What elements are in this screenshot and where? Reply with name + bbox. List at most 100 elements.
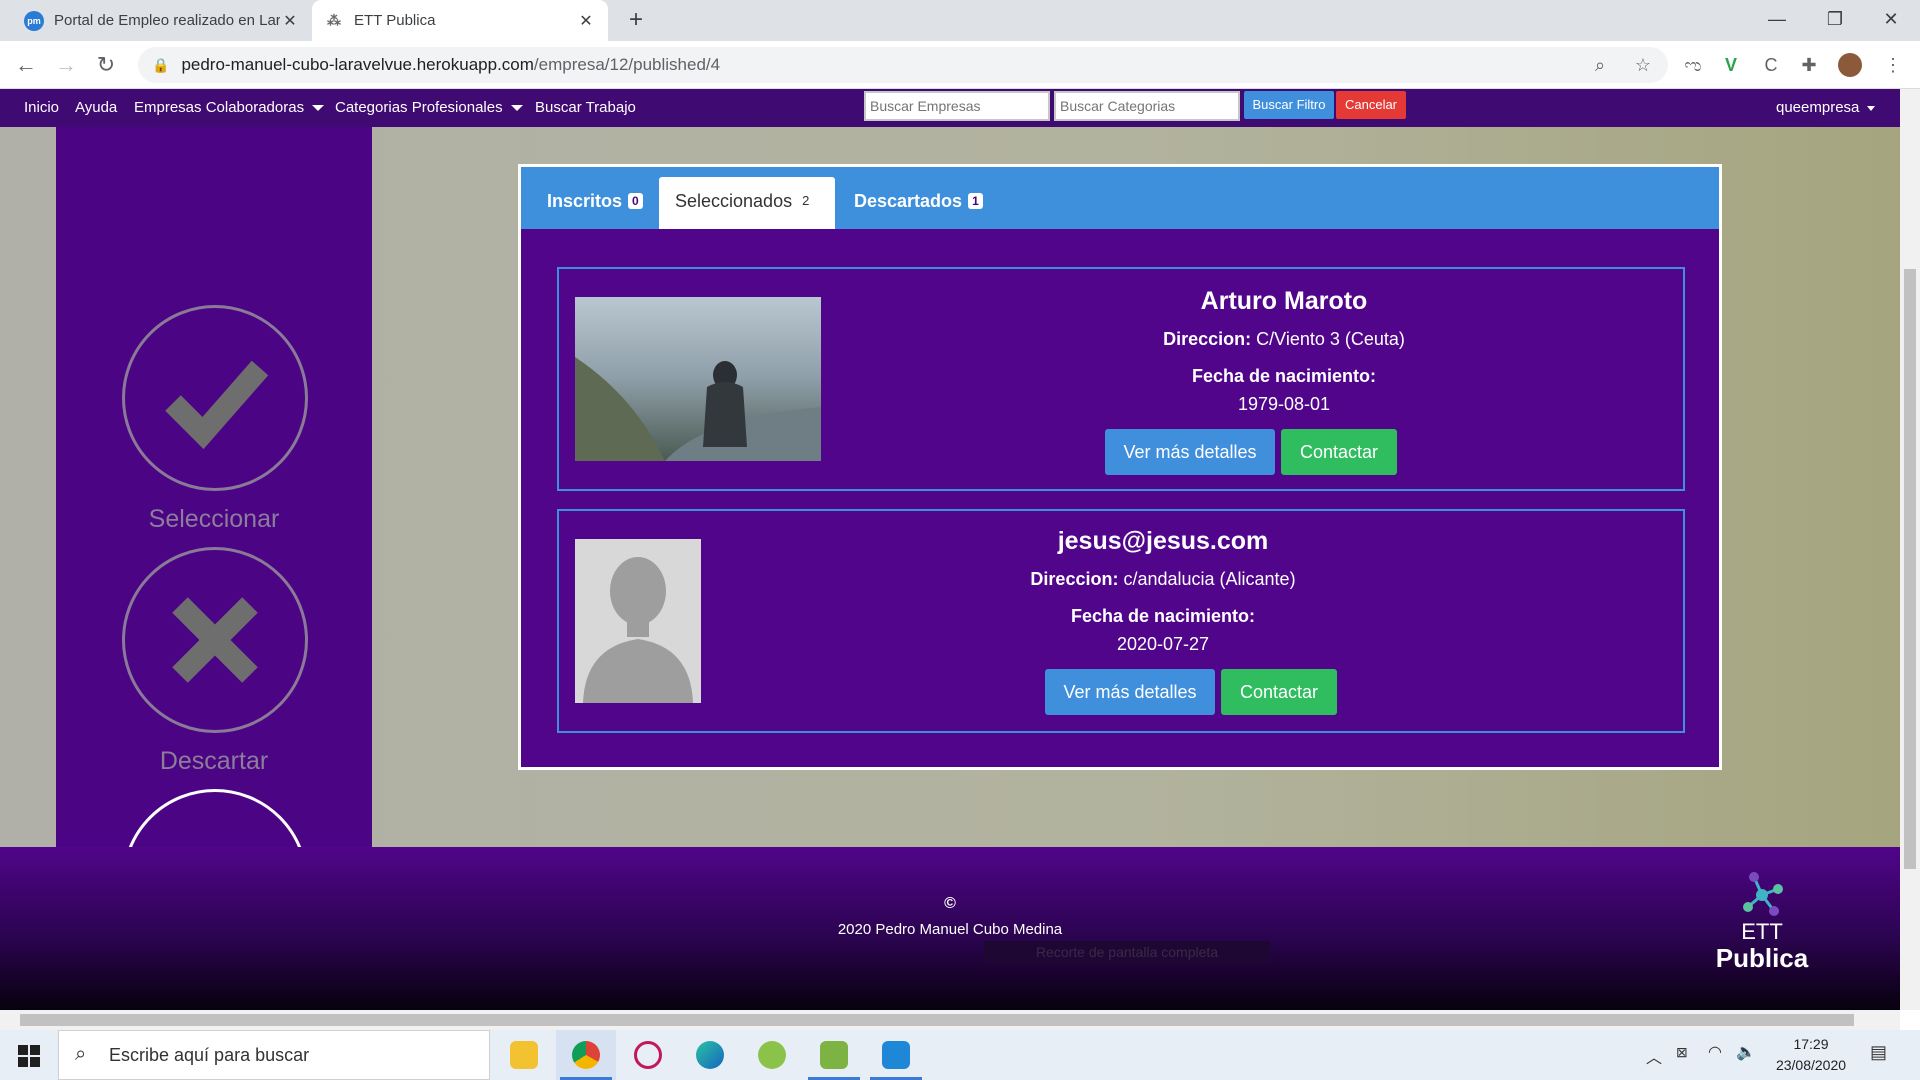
nav-label: Categorias Profesionales bbox=[335, 99, 503, 116]
chrome-menu-icon[interactable]: ⋮ bbox=[1880, 53, 1906, 77]
profile-avatar[interactable] bbox=[1838, 53, 1862, 77]
zoom-icon[interactable]: ⌕ bbox=[1587, 53, 1613, 77]
count-badge: 1 bbox=[968, 193, 983, 209]
pm-favicon-icon: pm bbox=[24, 10, 44, 31]
app-green-icon[interactable] bbox=[742, 1030, 802, 1080]
browser-tab-strip: pm Portal de Empleo realizado en Lar ✕ ⁂… bbox=[0, 0, 1920, 41]
birth-value: 1979-08-01 bbox=[1237, 394, 1331, 414]
vertical-scrollbar[interactable] bbox=[1900, 89, 1920, 1010]
vscode-icon[interactable] bbox=[866, 1030, 926, 1080]
caret-down-icon bbox=[1867, 105, 1876, 111]
browser-tab-ett-publica[interactable]: ⁂ ETT Publica ✕ bbox=[312, 0, 608, 41]
nav-empresas-dropdown[interactable]: Empresas Colaboradoras bbox=[134, 99, 325, 116]
birth-label: Fecha de nacimiento: bbox=[1191, 366, 1377, 386]
extensions-puzzle-icon[interactable]: ✚ bbox=[1796, 53, 1822, 77]
candidate-address: Direccion: c/andalucia (Alicante) bbox=[559, 569, 1687, 590]
copyright-text: 2020 Pedro Manuel Cubo Medina bbox=[837, 921, 1063, 938]
tab-title: Portal de Empleo realizado en Lar bbox=[54, 12, 280, 29]
user-name: queempresa bbox=[1776, 99, 1860, 116]
minimize-button[interactable]: — bbox=[1748, 0, 1806, 41]
close-tab-icon[interactable]: ✕ bbox=[280, 11, 300, 31]
address-bar[interactable]: 🔒 pedro-manuel-cubo-laravelvue.herokuapp… bbox=[138, 47, 1668, 83]
view-details-button[interactable]: Ver más detalles bbox=[1045, 669, 1215, 715]
notification-icon[interactable]: ▤ bbox=[1870, 1042, 1887, 1063]
search-categories-input[interactable] bbox=[1054, 91, 1240, 121]
candidate-address: Direccion: C/Viento 3 (Ceuta) bbox=[884, 329, 1684, 350]
extension-icon[interactable]: ಌ bbox=[1680, 53, 1706, 77]
snip-sketch-icon[interactable] bbox=[618, 1030, 678, 1080]
clock-date[interactable]: 23/08/2020 bbox=[1766, 1057, 1856, 1073]
forward-arrow-icon[interactable]: → bbox=[52, 51, 80, 79]
network-icon[interactable]: ⊠ bbox=[1676, 1044, 1688, 1061]
select-action-button[interactable] bbox=[122, 305, 308, 491]
check-icon bbox=[165, 360, 269, 450]
wifi-icon[interactable]: ◠ bbox=[1708, 1042, 1722, 1062]
horizontal-scrollbar[interactable] bbox=[0, 1010, 1900, 1030]
back-arrow-icon[interactable]: ← bbox=[12, 51, 40, 79]
candidate-name: jesus@jesus.com bbox=[1057, 527, 1269, 555]
tab-descartados[interactable]: Descartados 1 bbox=[854, 177, 983, 229]
clock-time[interactable]: 17:29 bbox=[1766, 1036, 1856, 1052]
nav-ayuda[interactable]: Ayuda bbox=[75, 99, 117, 116]
nav-label: Empresas Colaboradoras bbox=[134, 99, 305, 116]
windows-taskbar: ⌕ Escribe aquí para buscar ︿ ⊠ ◠ 🔈 17:29… bbox=[0, 1030, 1920, 1080]
search-filter-button[interactable]: Buscar Filtro bbox=[1244, 91, 1334, 119]
contact-button[interactable]: Contactar bbox=[1281, 429, 1397, 475]
windows-start-icon[interactable] bbox=[18, 1045, 40, 1067]
extension-icon[interactable]: C bbox=[1758, 53, 1784, 77]
new-tab-button[interactable]: + bbox=[622, 6, 650, 34]
view-details-button[interactable]: Ver más detalles bbox=[1105, 429, 1275, 475]
birth-value: 2020-07-27 bbox=[1116, 634, 1210, 654]
discard-action-button[interactable] bbox=[122, 547, 308, 733]
address-label: Direccion: bbox=[1163, 329, 1252, 349]
tray-chevron-icon[interactable]: ︿ bbox=[1646, 1044, 1662, 1068]
molecule-logo-icon bbox=[1743, 872, 1783, 916]
scroll-thumb[interactable] bbox=[20, 1014, 1854, 1026]
address-value: c/andalucia (Alicante) bbox=[1123, 569, 1296, 589]
candidate-card: Arturo Maroto Direccion: C/Viento 3 (Ceu… bbox=[557, 267, 1685, 491]
cancel-button[interactable]: Cancelar bbox=[1336, 91, 1406, 119]
browser-tab-portal[interactable]: pm Portal de Empleo realizado en Lar ✕ bbox=[12, 0, 312, 41]
tab-label: Inscritos bbox=[547, 191, 623, 211]
edge-icon[interactable] bbox=[680, 1030, 740, 1080]
count-badge: 0 bbox=[628, 193, 643, 209]
candidate-card: jesus@jesus.com Direccion: c/andalucia (… bbox=[557, 509, 1685, 733]
bookmark-star-icon[interactable]: ☆ bbox=[1630, 53, 1656, 77]
user-dropdown[interactable]: queempresa bbox=[1776, 99, 1876, 116]
site-navbar: Inicio Ayuda Empresas Colaboradoras Cate… bbox=[0, 89, 1900, 127]
snip-overlay-label: Recorte de pantalla completa bbox=[984, 941, 1270, 963]
tab-inscritos[interactable]: Inscritos 0 bbox=[547, 177, 643, 229]
file-explorer-icon[interactable] bbox=[494, 1030, 554, 1080]
vue-devtools-icon[interactable]: V bbox=[1718, 53, 1744, 77]
restore-button[interactable]: ❐ bbox=[1806, 0, 1864, 41]
url-host: pedro-manuel-cubo-laravelvue.herokuapp.c… bbox=[181, 55, 534, 74]
count-badge: 2 bbox=[802, 193, 810, 208]
ett-publica-logo: ETT Publica bbox=[1712, 867, 1812, 987]
site-footer: © 2020 Pedro Manuel Cubo Medina Recorte … bbox=[0, 847, 1900, 1010]
candidate-photo bbox=[575, 297, 821, 461]
tab-seleccionados[interactable]: Seleccionados 2 bbox=[659, 177, 835, 229]
nav-buscar-trabajo[interactable]: Buscar Trabajo bbox=[535, 99, 636, 116]
close-window-button[interactable]: ✕ bbox=[1862, 0, 1920, 41]
nav-inicio[interactable]: Inicio bbox=[24, 99, 59, 116]
browser-toolbar: ← → ↻ 🔒 pedro-manuel-cubo-laravelvue.her… bbox=[0, 41, 1920, 89]
contact-button[interactable]: Contactar bbox=[1221, 669, 1337, 715]
notepad-plus-icon[interactable] bbox=[804, 1030, 864, 1080]
candidates-panel: Inscritos 0 Seleccionados 2 Descartados 1 A… bbox=[518, 164, 1722, 770]
tab-label: Descartados bbox=[854, 191, 963, 211]
logo-ett: ETT bbox=[1741, 919, 1783, 944]
logo-publica: Publica bbox=[1715, 943, 1809, 973]
close-tab-icon[interactable]: ✕ bbox=[576, 11, 596, 31]
tab-title: ETT Publica bbox=[354, 12, 436, 29]
candidate-name: Arturo Maroto bbox=[1200, 287, 1368, 315]
scroll-thumb[interactable] bbox=[1904, 269, 1916, 869]
nav-categorias-dropdown[interactable]: Categorias Profesionales bbox=[335, 99, 523, 116]
chrome-icon[interactable] bbox=[556, 1030, 616, 1080]
volume-icon[interactable]: 🔈 bbox=[1736, 1042, 1756, 1062]
reload-icon[interactable]: ↻ bbox=[92, 51, 120, 79]
search-companies-input[interactable] bbox=[864, 91, 1050, 121]
caret-down-icon bbox=[510, 105, 523, 112]
discard-label: Descartar bbox=[159, 747, 269, 775]
search-icon: ⌕ bbox=[75, 1043, 87, 1065]
taskbar-search[interactable]: ⌕ Escribe aquí para buscar bbox=[58, 1030, 490, 1080]
